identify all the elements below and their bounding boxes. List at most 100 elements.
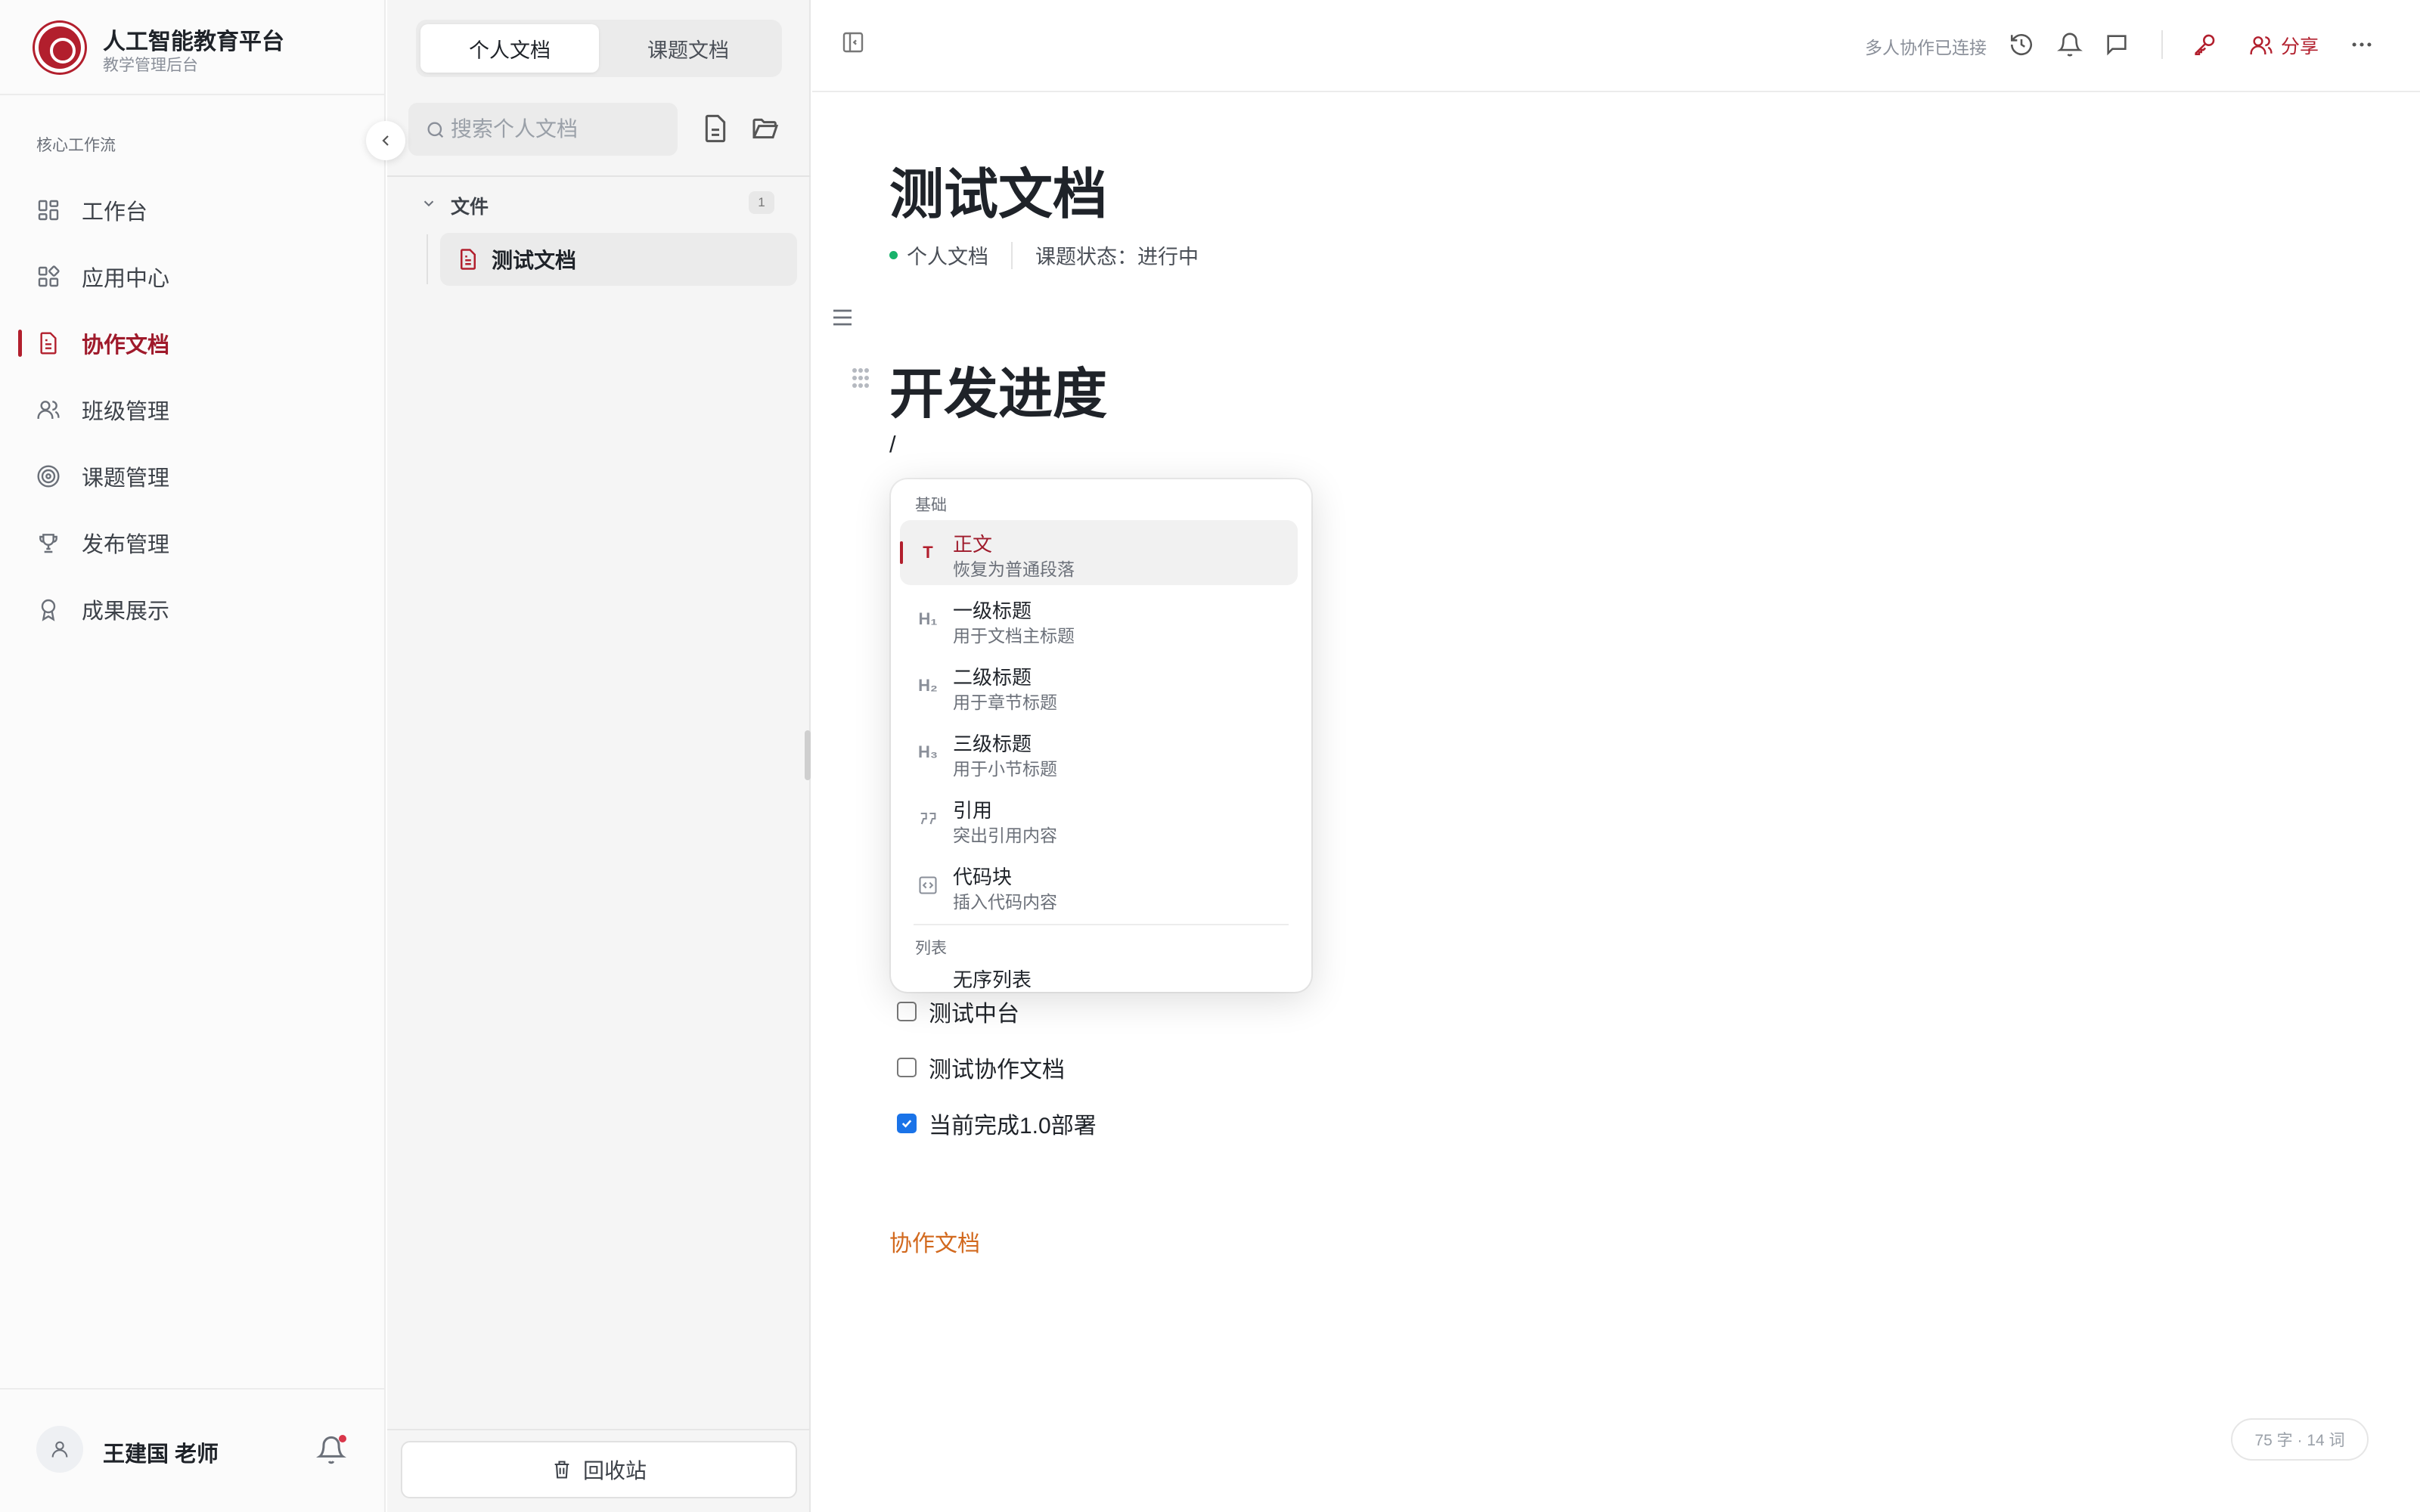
task-checkbox-checked[interactable] [897, 1114, 917, 1133]
task-checkbox[interactable] [897, 1058, 917, 1077]
nav-item-docs[interactable]: 协作文档 [0, 310, 386, 376]
apps-icon [38, 265, 60, 287]
slash-command-menu: 基础 T 正文 恢复为普通段落 H₁ 一级标题 用于文档主标题 H₂ 二级标题 … [891, 479, 1311, 992]
doc-tabs: 个人文档 课题文档 [416, 20, 782, 77]
status-dot [889, 251, 898, 259]
trash-button[interactable]: 回收站 [401, 1441, 797, 1498]
task-label: 当前完成1.0部署 [929, 1114, 1097, 1139]
menu-item-heading-1[interactable]: H₁ 一级标题 用于文档主标题 [900, 587, 1298, 652]
editor-toolbar: 多人协作已连接 分享 [812, 0, 2420, 92]
user-name: 王建国 老师 [103, 1442, 219, 1467]
tab-personal-docs[interactable]: 个人文档 [420, 24, 599, 73]
notification-dot [339, 1435, 346, 1442]
search-icon [427, 122, 444, 138]
menu-item-desc: 用于文档主标题 [953, 626, 1075, 646]
task-item[interactable]: 当前完成1.0部署 [897, 1107, 1097, 1140]
brand-subtitle: 教学管理后台 [103, 57, 198, 74]
share-label: 分享 [2281, 36, 2319, 57]
menu-item-desc: 用于小节标题 [953, 759, 1057, 779]
meta-status: 课题状态：进行中 [1035, 246, 1199, 268]
nav-item-dashboard[interactable]: 工作台 [0, 177, 386, 243]
trash-divider [387, 1429, 811, 1430]
search-input[interactable] [451, 117, 670, 141]
drag-handle-icon[interactable] [850, 366, 871, 390]
meta-separator [1011, 241, 1013, 269]
brand-header: 人工智能教育平台 教学管理后台 [0, 0, 386, 95]
brand-title: 人工智能教育平台 [103, 29, 284, 54]
menu-separator [914, 924, 1289, 925]
slash-command-text[interactable]: / [889, 431, 896, 458]
menu-item-paragraph[interactable]: T 正文 恢复为普通段落 [900, 520, 1298, 585]
quote-icon [917, 807, 939, 830]
history-icon[interactable] [2009, 32, 2034, 57]
document-title[interactable]: 测试文档 [889, 150, 1107, 229]
toolbar-separator [2161, 30, 2163, 59]
panel-resize-handle[interactable] [805, 730, 811, 780]
document-list-item[interactable]: 测试文档 [440, 233, 797, 286]
menu-item-heading-3[interactable]: H₃ 三级标题 用于小节标题 [900, 720, 1298, 785]
nav-item-label: 工作台 [82, 200, 148, 225]
share-button[interactable]: 分享 [2249, 29, 2319, 62]
task-label: 测试协作文档 [929, 1058, 1065, 1083]
document-link[interactable]: 协作文档 [889, 1225, 980, 1258]
nav-item-label: 成果展示 [82, 600, 170, 624]
menu-item-desc: 插入代码内容 [953, 892, 1057, 912]
target-icon [37, 465, 60, 488]
document-icon [40, 332, 57, 355]
nav-item-apps[interactable]: 应用中心 [0, 243, 386, 310]
menu-group-label: 基础 [915, 497, 947, 514]
nav-item-label: 班级管理 [82, 400, 170, 424]
user-icon [51, 1441, 68, 1458]
menu-item-code-block[interactable]: 代码块 插入代码内容 [900, 853, 1298, 918]
collapse-sidebar-button[interactable] [366, 121, 405, 160]
menu-item-title: 三级标题 [953, 733, 1032, 755]
search-box [408, 103, 678, 156]
folder-row[interactable]: 文件 1 [410, 187, 785, 219]
main-sidebar: 人工智能教育平台 教学管理后台 核心工作流 工作台 应用中心 协作文档 班级管理… [0, 0, 386, 1512]
nav-item-classes[interactable]: 班级管理 [0, 376, 386, 443]
trophy-icon [39, 534, 57, 553]
menu-item-bullet-list[interactable]: 无序列表 [900, 956, 1298, 992]
users-icon [37, 401, 60, 419]
task-checkbox[interactable] [897, 1002, 917, 1021]
outline-menu-icon[interactable] [829, 304, 856, 331]
sidebar-toggle-icon[interactable] [841, 30, 865, 54]
menu-item-title: 引用 [953, 799, 993, 822]
nav-item-publish[interactable]: 发布管理 [0, 510, 386, 576]
heading-1-icon: H₁ [918, 609, 938, 628]
new-folder-icon[interactable] [750, 113, 780, 144]
nav-item-label: 课题管理 [82, 466, 170, 491]
more-icon[interactable] [2349, 32, 2375, 57]
task-item[interactable]: 测试中台 [897, 995, 1019, 1028]
text-icon: T [923, 543, 933, 562]
menu-item-title: 二级标题 [953, 666, 1032, 689]
users-icon [2250, 36, 2273, 54]
menu-item-title: 正文 [953, 533, 993, 556]
menu-item-heading-2[interactable]: H₂ 二级标题 用于章节标题 [900, 653, 1298, 718]
trash-label: 回收站 [582, 1459, 647, 1483]
logo [35, 23, 85, 73]
task-item[interactable]: 测试协作文档 [897, 1051, 1065, 1084]
new-document-icon[interactable] [700, 113, 731, 144]
nav-item-showcase[interactable]: 成果展示 [0, 576, 386, 643]
menu-item-title: 一级标题 [953, 600, 1032, 622]
nav-item-topics[interactable]: 课题管理 [0, 443, 386, 510]
folder-count-badge: 1 [749, 191, 774, 214]
notification-settings-icon[interactable] [2057, 32, 2083, 57]
document-meta: 个人文档 课题状态：进行中 [889, 240, 1199, 270]
trash-icon [554, 1461, 569, 1479]
menu-item-quote[interactable]: 引用 突出引用内容 [900, 786, 1298, 851]
heading-block[interactable]: 开发进度 [889, 349, 1107, 429]
code-icon [917, 874, 939, 897]
document-name: 测试文档 [492, 249, 577, 272]
key-icon[interactable] [2192, 32, 2217, 57]
tab-topic-docs[interactable]: 课题文档 [599, 24, 777, 73]
panel-divider [387, 175, 811, 177]
checkmark-icon [901, 1120, 912, 1128]
award-icon [41, 599, 56, 621]
word-count-badge: 75 字 · 14 词 [2231, 1418, 2369, 1461]
avatar[interactable] [36, 1426, 83, 1473]
nav-item-label: 发布管理 [82, 533, 170, 557]
comment-icon[interactable] [2104, 32, 2130, 57]
menu-item-title: 代码块 [953, 866, 1013, 888]
